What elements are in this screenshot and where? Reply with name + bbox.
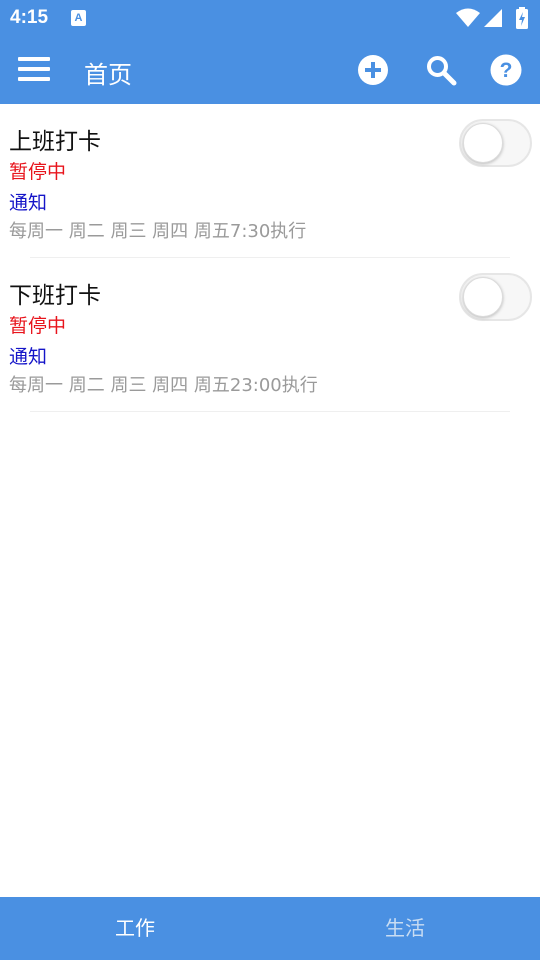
task-type: 通知 xyxy=(9,192,48,214)
task-status: 暂停中 xyxy=(9,161,67,183)
svg-text:?: ? xyxy=(500,59,513,82)
task-status: 暂停中 xyxy=(9,315,67,337)
page-title: 首页 xyxy=(84,61,132,89)
task-type: 通知 xyxy=(9,346,48,368)
cell-signal-icon xyxy=(484,9,502,27)
divider xyxy=(30,411,510,412)
task-list: 上班打卡 暂停中 通知 每周一 周二 周三 周四 周五7:30执行 下班打卡 暂… xyxy=(0,104,540,412)
toggle-knob xyxy=(463,123,503,163)
task-title: 下班打卡 xyxy=(9,283,101,309)
task-item[interactable]: 上班打卡 暂停中 通知 每周一 周二 周三 周四 周五7:30执行 xyxy=(0,104,540,258)
battery-charging-icon xyxy=(516,7,528,29)
help-circle-icon[interactable]: ? xyxy=(490,54,522,86)
task-title: 上班打卡 xyxy=(9,129,101,155)
menu-icon[interactable] xyxy=(18,57,50,83)
app-bar: 首页 ? xyxy=(0,36,540,104)
bottom-nav: 工作 生活 xyxy=(0,897,540,960)
wifi-icon xyxy=(456,8,480,27)
toggle-knob xyxy=(463,277,503,317)
task-schedule: 每周一 周二 周三 周四 周五7:30执行 xyxy=(9,221,307,242)
status-bar: 4:15 A xyxy=(0,0,540,36)
task-enable-toggle[interactable] xyxy=(459,273,532,321)
task-enable-toggle[interactable] xyxy=(459,119,532,167)
tab-work[interactable]: 工作 xyxy=(0,897,270,960)
search-icon[interactable] xyxy=(425,54,457,86)
tab-life[interactable]: 生活 xyxy=(270,897,540,960)
app-notification-icon: A xyxy=(71,10,86,26)
task-schedule: 每周一 周二 周三 周四 周五23:00执行 xyxy=(9,375,318,396)
task-item[interactable]: 下班打卡 暂停中 通知 每周一 周二 周三 周四 周五23:00执行 xyxy=(0,258,540,412)
status-icons xyxy=(456,7,532,29)
add-circle-icon[interactable] xyxy=(357,54,389,86)
status-time: 4:15 xyxy=(10,7,49,28)
